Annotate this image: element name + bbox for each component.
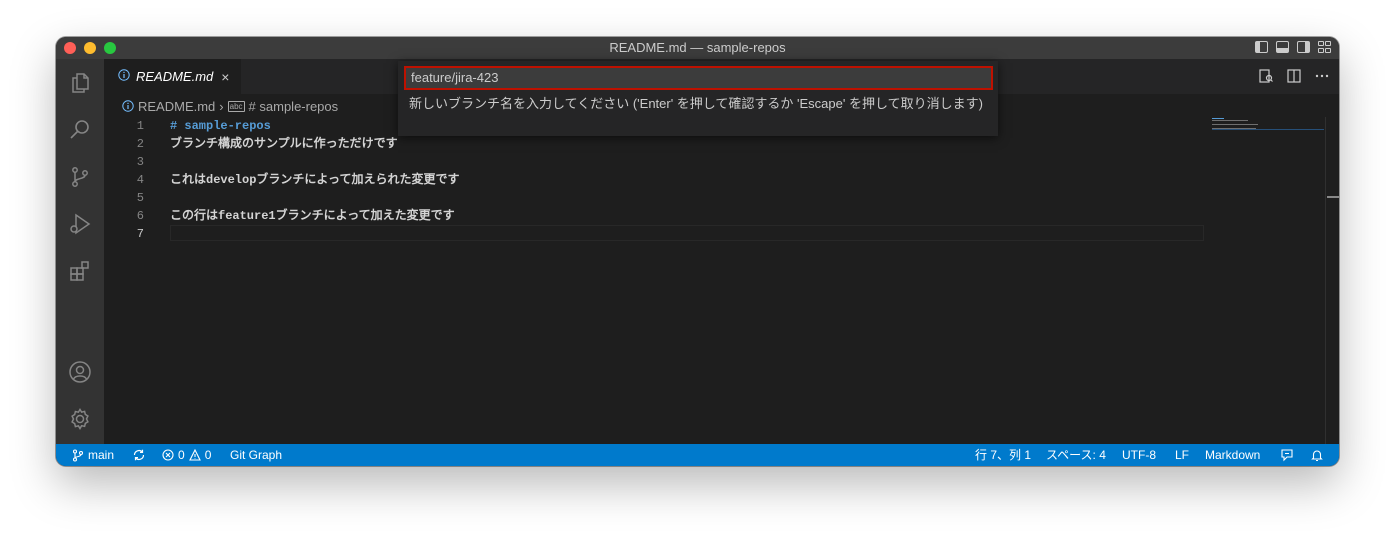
window-minimize-button[interactable] xyxy=(84,42,96,54)
vertical-scrollbar[interactable] xyxy=(1325,117,1339,444)
toggle-panel-icon[interactable] xyxy=(1276,41,1289,53)
branch-icon xyxy=(72,448,84,462)
layout-controls xyxy=(1255,41,1331,55)
minimap-slider[interactable] xyxy=(1212,129,1324,130)
error-count: 0 xyxy=(178,448,185,462)
branch-name-input[interactable]: feature/jira-423 xyxy=(404,66,993,90)
window-title: README.md — sample-repos xyxy=(609,40,786,55)
line-number: 1 xyxy=(136,119,144,133)
line-text: この行はfeature1ブランチによって加えた変更です xyxy=(170,209,455,223)
editor-line: 3 xyxy=(104,153,1205,171)
string-symbol-icon: abc xyxy=(227,100,245,112)
current-line-highlight xyxy=(170,225,1204,241)
encoding-label: UTF-8 xyxy=(1122,448,1156,462)
encoding-status[interactable]: UTF-8 xyxy=(1122,444,1156,466)
run-debug-icon[interactable] xyxy=(56,202,104,246)
vscode-window: README.md — sample-repos README.md × REA… xyxy=(56,37,1339,466)
git-graph-label: Git Graph xyxy=(230,448,283,462)
extensions-icon[interactable] xyxy=(56,249,104,293)
warning-icon xyxy=(188,449,201,461)
close-tab-icon[interactable]: × xyxy=(221,69,229,85)
open-preview-icon[interactable] xyxy=(1259,69,1273,83)
line-text: # sample-repos xyxy=(170,119,271,133)
editor-line: 2 ブランチ構成のサンプルに作っただけです xyxy=(104,135,1205,153)
git-graph-button[interactable]: Git Graph xyxy=(230,444,282,466)
tab-label: README.md xyxy=(136,69,214,84)
toggle-secondary-sidebar-icon[interactable] xyxy=(1297,41,1310,53)
problems-status[interactable]: 0 0 xyxy=(162,444,211,466)
feedback-icon[interactable] xyxy=(1280,444,1294,466)
indentation-status[interactable]: スペース: 4 xyxy=(1046,444,1106,466)
toggle-primary-sidebar-icon[interactable] xyxy=(1255,41,1268,53)
breadcrumb: README.md › abc # sample-repos xyxy=(122,97,338,115)
status-bar: main 0 0 Git Graph 行 7、列 1 スペース: 4 UTF-8… xyxy=(56,444,1339,466)
account-icon[interactable] xyxy=(56,350,104,394)
breadcrumb-file[interactable]: README.md xyxy=(138,99,215,114)
breadcrumb-separator: › xyxy=(219,98,224,114)
editor-line: 4 これはdevelopブランチによって加えられた変更です xyxy=(104,171,1205,189)
line-number: 5 xyxy=(136,191,144,205)
breadcrumb-symbol[interactable]: # sample-repos xyxy=(249,99,339,114)
eol-label: LF xyxy=(1175,448,1190,462)
editor-line: 6 この行はfeature1ブランチによって加えた変更です xyxy=(104,207,1205,225)
line-text: ブランチ構成のサンプルに作っただけです xyxy=(170,137,398,151)
settings-gear-icon[interactable] xyxy=(56,397,104,441)
split-editor-icon[interactable] xyxy=(1287,69,1301,83)
editor-line: 5 xyxy=(104,189,1205,207)
more-actions-icon[interactable] xyxy=(1315,69,1329,83)
line-number: 7 xyxy=(136,227,144,241)
editor-actions xyxy=(1259,69,1329,83)
info-icon xyxy=(118,69,130,84)
line-number: 3 xyxy=(136,155,144,169)
quick-input-widget: feature/jira-423 新しいブランチ名を入力してください ('Ent… xyxy=(398,61,998,136)
minimap[interactable] xyxy=(1212,117,1322,137)
eol-status[interactable]: LF xyxy=(1175,444,1189,466)
explorer-icon[interactable] xyxy=(56,61,104,105)
line-number: 2 xyxy=(136,137,144,151)
cursor-position[interactable]: 行 7、列 1 xyxy=(975,444,1031,466)
branch-status[interactable]: main xyxy=(72,444,114,466)
editor-line-current: 7 xyxy=(104,225,1205,243)
search-icon[interactable] xyxy=(56,108,104,152)
indentation-label: スペース: 4 xyxy=(1046,448,1106,462)
customize-layout-icon[interactable] xyxy=(1318,41,1331,53)
language-mode[interactable]: Markdown xyxy=(1205,444,1260,466)
sync-icon[interactable] xyxy=(132,444,146,466)
line-number: 6 xyxy=(136,209,144,223)
activity-bar xyxy=(56,59,104,444)
title-bar: README.md — sample-repos xyxy=(56,37,1339,59)
notifications-bell-icon[interactable] xyxy=(1310,444,1324,466)
quick-input-message: 新しいブランチ名を入力してください ('Enter' を押して確認するか 'Es… xyxy=(409,96,983,111)
warning-count: 0 xyxy=(204,448,212,462)
info-icon xyxy=(122,100,134,112)
error-icon xyxy=(162,449,174,461)
language-label: Markdown xyxy=(1205,448,1261,462)
cursor-position-label: 行 7、列 1 xyxy=(975,448,1032,462)
window-close-button[interactable] xyxy=(64,42,76,54)
line-number: 4 xyxy=(136,173,144,187)
line-text: これはdevelopブランチによって加えられた変更です xyxy=(170,173,460,187)
window-maximize-button[interactable] xyxy=(104,42,116,54)
tab-readme[interactable]: README.md × xyxy=(104,59,241,94)
source-control-icon[interactable] xyxy=(56,155,104,199)
branch-name: main xyxy=(88,448,115,462)
code-editor[interactable]: 1 # sample-repos 2 ブランチ構成のサンプルに作っただけです 3… xyxy=(104,117,1205,444)
